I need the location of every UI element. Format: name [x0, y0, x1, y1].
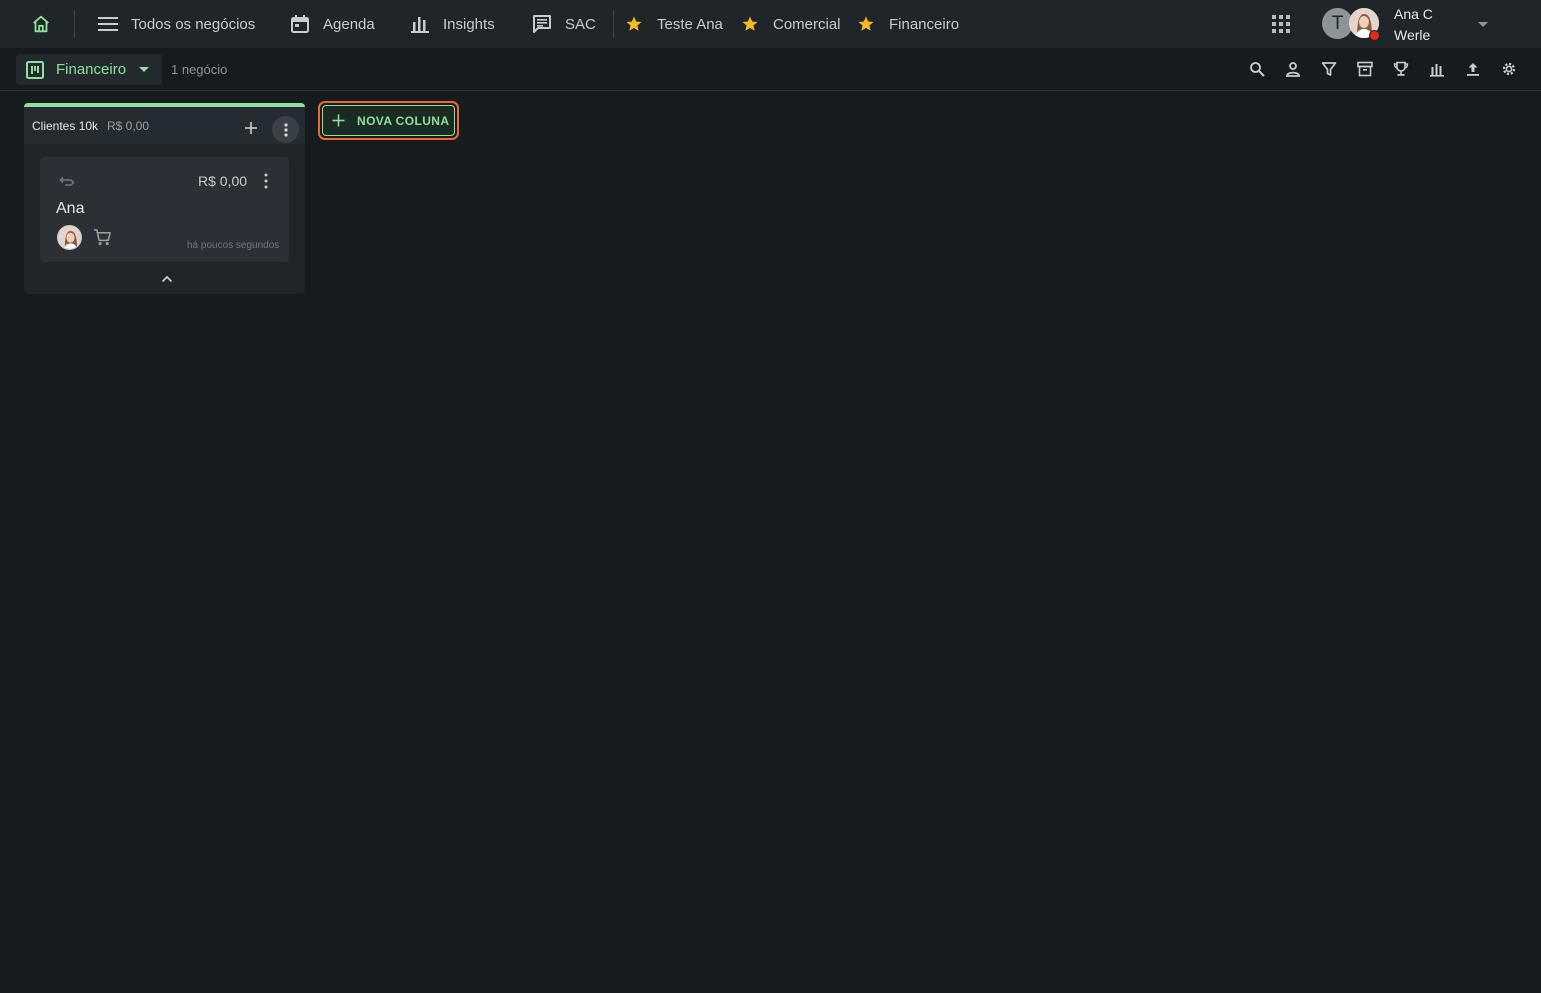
filter-button[interactable] — [1319, 59, 1339, 79]
bar-chart-icon — [1430, 64, 1444, 77]
owner-filter-button[interactable] — [1283, 59, 1303, 79]
user-photo-icon — [58, 226, 81, 249]
favorite-comercial[interactable]: Comercial — [739, 0, 841, 48]
bar-chart-icon — [409, 13, 431, 35]
new-column-button[interactable]: NOVA COLUNA — [318, 101, 459, 140]
column-title: Clientes 10k — [32, 119, 99, 133]
gear-icon — [1502, 62, 1516, 76]
deal-title: Ana — [56, 200, 85, 217]
nav-item-label: Insights — [443, 15, 495, 33]
star-icon — [739, 13, 761, 35]
menu-icon — [97, 13, 119, 35]
more-vertical-icon — [283, 122, 288, 137]
export-button[interactable] — [1463, 59, 1483, 79]
home-button[interactable] — [26, 9, 56, 39]
favorite-label: Financeiro — [889, 15, 960, 33]
search-icon — [1250, 62, 1265, 77]
favorite-financeiro[interactable]: Financeiro — [855, 0, 959, 48]
deal-count: 1 negócio — [171, 62, 228, 77]
pipeline-name: Financeiro — [56, 61, 127, 78]
column-menu-button[interactable] — [272, 116, 299, 143]
home-icon — [33, 15, 49, 33]
pipeline-toolbar: Financeiro 1 negócio — [0, 48, 1541, 91]
pipeline-selector[interactable]: Financeiro — [16, 54, 162, 85]
archive-button[interactable] — [1355, 59, 1375, 79]
status-indicator — [1369, 30, 1380, 41]
chat-icon — [531, 13, 553, 35]
new-column-label: NOVA COLUNA — [357, 113, 450, 128]
trophy-icon — [1393, 61, 1409, 76]
collapse-column-button[interactable] — [160, 273, 174, 285]
deal-timestamp: há poucos segundos — [187, 240, 280, 251]
star-icon — [855, 13, 877, 35]
upload-icon — [1467, 63, 1479, 76]
archive-icon — [1357, 61, 1373, 77]
top-navigation: Todos os negócios Agenda Insights SAC Te… — [0, 0, 1541, 48]
settings-button[interactable] — [1499, 59, 1519, 79]
add-deal-button[interactable] — [242, 119, 260, 137]
column-total: R$ 0,00 — [107, 119, 150, 133]
reports-button[interactable] — [1427, 59, 1447, 79]
person-icon — [1286, 62, 1300, 77]
filter-icon — [1321, 62, 1337, 76]
pipeline-column: Clientes 10k R$ 0,00 R$ 0,00 Ana há pouc… — [24, 103, 305, 294]
nav-item-label: Agenda — [323, 15, 375, 33]
favorite-teste-ana[interactable]: Teste Ana — [623, 0, 723, 48]
calendar-icon — [289, 13, 311, 35]
recurring-deal-icon — [58, 174, 76, 190]
deal-value: R$ 0,00 — [198, 173, 248, 189]
favorite-label: Teste Ana — [657, 15, 723, 33]
shopping-cart-icon[interactable] — [93, 228, 112, 247]
nav-divider — [74, 10, 75, 38]
more-vertical-icon — [264, 173, 268, 189]
deal-menu-button[interactable] — [259, 172, 273, 190]
account-initial: T — [1331, 12, 1344, 34]
goals-button[interactable] — [1391, 59, 1411, 79]
user-name-line2: Werle — [1394, 27, 1431, 43]
nav-divider — [613, 10, 614, 38]
nav-item-sac[interactable]: SAC — [531, 0, 596, 48]
favorite-label: Comercial — [773, 15, 841, 33]
nav-item-label: Todos os negócios — [131, 15, 256, 33]
chevron-up-icon — [161, 275, 173, 283]
caret-down-icon — [1478, 22, 1488, 27]
search-button[interactable] — [1247, 59, 1267, 79]
apps-grid-button[interactable] — [1270, 13, 1292, 35]
column-header: Clientes 10k R$ 0,00 — [24, 107, 305, 144]
user-name-line1: Ana C — [1394, 6, 1433, 22]
user-name[interactable]: Ana C Werle — [1394, 4, 1454, 46]
nav-item-all-deals[interactable]: Todos os negócios — [97, 0, 255, 48]
caret-down-icon — [138, 64, 150, 74]
user-menu-caret[interactable] — [1476, 18, 1490, 30]
kanban-board-icon — [26, 60, 44, 79]
plus-icon — [245, 122, 257, 134]
deal-card[interactable]: R$ 0,00 Ana há poucos segundos — [40, 157, 289, 262]
nav-item-label: SAC — [565, 15, 596, 33]
star-icon — [623, 13, 645, 35]
nav-item-agenda[interactable]: Agenda — [289, 0, 375, 48]
deal-owner-avatar[interactable] — [57, 225, 82, 250]
new-column-button-body: NOVA COLUNA — [322, 105, 455, 136]
plus-icon — [332, 114, 345, 127]
apps-grid-icon — [1272, 15, 1290, 33]
nav-item-insights[interactable]: Insights — [409, 0, 495, 48]
